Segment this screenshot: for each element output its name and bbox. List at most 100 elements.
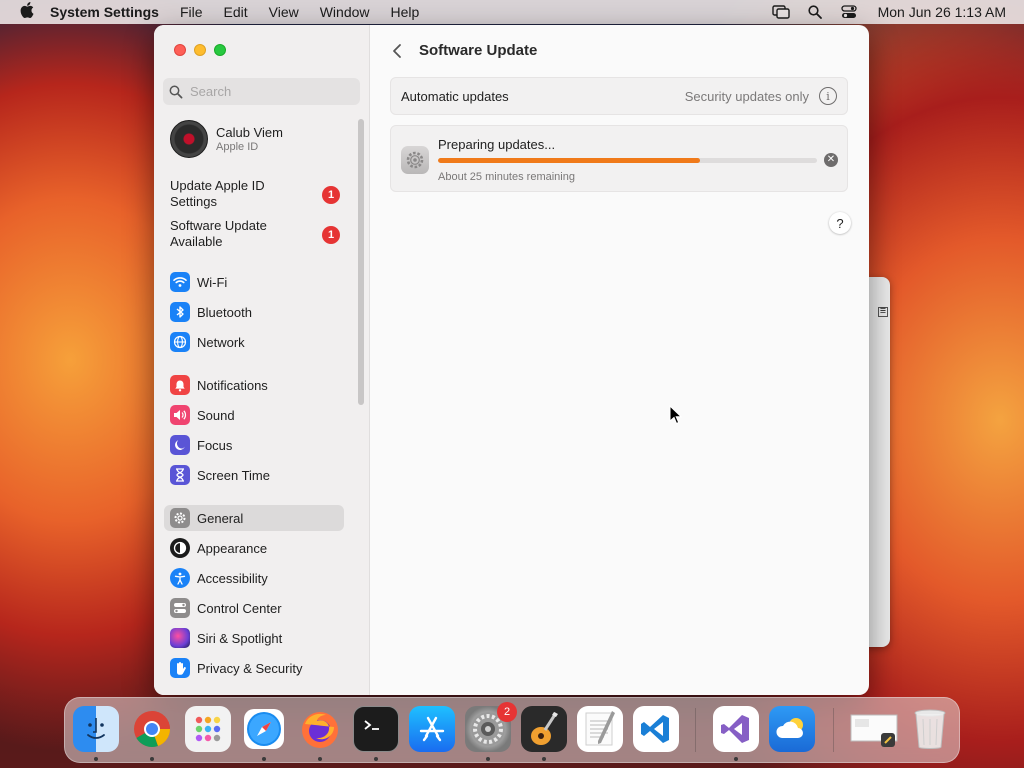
spotlight-search-icon[interactable] <box>806 5 824 19</box>
update-progress-bar <box>438 158 817 163</box>
menu-app-name[interactable]: System Settings <box>50 4 159 20</box>
sidebar-item-accessibility[interactable]: Accessibility <box>164 565 344 591</box>
sidebar-item-label: Accessibility <box>197 570 268 586</box>
dock-launchpad-icon[interactable] <box>185 706 231 752</box>
dock-finder-icon[interactable] <box>73 706 119 752</box>
software-update-notice[interactable]: Software Update Available 1 <box>170 218 340 252</box>
dock-app-store-icon[interactable] <box>409 706 455 752</box>
sidebar-item-notifications[interactable]: Notifications <box>164 372 344 398</box>
hourglass-icon <box>170 465 190 485</box>
account-name: Calub Viem <box>216 125 283 140</box>
dock-firefox-icon[interactable] <box>297 706 343 752</box>
update-time-remaining: About 25 minutes remaining <box>438 171 575 183</box>
sidebar-item-appearance[interactable]: Appearance <box>164 535 344 561</box>
dock-running-indicator <box>150 757 154 761</box>
minimize-window-button[interactable] <box>194 44 206 56</box>
dock-trash-icon[interactable] <box>907 706 953 752</box>
sidebar-scrollbar[interactable] <box>358 119 364 405</box>
software-update-pane: Software Update Automatic updates Securi… <box>370 25 869 695</box>
dock-running-indicator <box>318 757 322 761</box>
search-field[interactable] <box>163 78 360 105</box>
update-status-title: Preparing updates... <box>438 137 556 152</box>
sidebar-item-label: Appearance <box>197 540 268 556</box>
dock-terminal-icon[interactable] <box>353 706 399 752</box>
control-center-menu-icon[interactable] <box>840 5 858 19</box>
dock-textedit-icon[interactable] <box>577 706 623 752</box>
dock-running-indicator <box>542 757 546 761</box>
sidebar-item-network[interactable]: Network <box>164 329 344 355</box>
dock-downloads-stack-icon[interactable] <box>849 706 901 752</box>
dock-visual-studio-icon[interactable] <box>713 706 759 752</box>
sidebar-item-bluetooth[interactable]: Bluetooth <box>164 299 344 325</box>
sidebar-item-control-center[interactable]: Control Center <box>164 595 344 621</box>
control-center-icon <box>170 598 190 618</box>
update-progress-panel: Preparing updates... About 25 minutes re… <box>390 125 848 192</box>
sidebar-item-sound[interactable]: Sound <box>164 402 344 428</box>
menu-edit[interactable]: Edit <box>224 4 248 20</box>
sidebar-item-screen-time[interactable]: Screen Time <box>164 462 344 488</box>
dock-running-indicator <box>734 757 738 761</box>
menu-window[interactable]: Window <box>320 4 370 20</box>
search-input[interactable] <box>190 84 350 99</box>
update-apple-id-notice[interactable]: Update Apple ID Settings 1 <box>170 178 340 212</box>
dock-separator <box>833 708 834 752</box>
sidebar-item-focus[interactable]: Focus <box>164 432 344 458</box>
menu-view[interactable]: View <box>269 4 299 20</box>
info-icon[interactable]: i <box>819 87 837 105</box>
sidebar-item-privacy-security[interactable]: Privacy & Security <box>164 655 344 681</box>
sidebar-item-label: Bluetooth <box>197 304 252 320</box>
sidebar-item-label: Wi-Fi <box>197 274 228 290</box>
siri-icon <box>170 628 190 648</box>
sidebar-item-siri-spotlight[interactable]: Siri & Spotlight <box>164 625 344 651</box>
system-settings-window: Calub Viem Apple ID Update Apple ID Sett… <box>154 25 869 695</box>
accessibility-icon <box>170 568 190 588</box>
dock-weather-icon[interactable] <box>769 706 815 752</box>
dock-separator <box>695 708 696 752</box>
sidebar-item-label: Notifications <box>197 377 268 393</box>
apple-menu-icon[interactable] <box>18 1 36 23</box>
sidebar-item-label: Siri & Spotlight <box>197 630 283 646</box>
dock-running-indicator <box>486 757 490 761</box>
back-chevron-icon[interactable] <box>390 42 404 60</box>
gear-icon <box>170 508 190 528</box>
cancel-update-button[interactable]: ✕ <box>824 153 838 167</box>
sidebar-item-general[interactable]: General <box>164 505 344 531</box>
sidebar-item-label: Screen Time <box>197 467 270 483</box>
dock-vscode-icon[interactable] <box>633 706 679 752</box>
sidebar-item-wifi[interactable]: Wi-Fi <box>164 269 344 295</box>
dock-running-indicator <box>374 757 378 761</box>
notice-label: Software Update Available <box>170 218 267 249</box>
notice-label: Update Apple ID Settings <box>170 178 265 209</box>
sidebar-item-label: Control Center <box>197 600 282 616</box>
sidebar-item-label: Network <box>197 334 245 350</box>
menu-clock[interactable]: Mon Jun 26 1:13 AM <box>878 4 1006 20</box>
automatic-updates-row: Automatic updates Security updates only … <box>390 77 848 115</box>
search-icon <box>169 85 183 98</box>
avatar <box>170 120 208 158</box>
software-update-gear-icon <box>401 146 429 174</box>
dock-safari-icon[interactable] <box>241 706 287 752</box>
wifi-icon <box>170 272 190 292</box>
screen-mirroring-icon[interactable] <box>771 5 790 19</box>
automatic-updates-value: Security updates only <box>684 88 809 104</box>
bell-icon <box>170 375 190 395</box>
help-button[interactable]: ? <box>829 212 851 234</box>
menu-help[interactable]: Help <box>391 4 420 20</box>
page-title: Software Update <box>419 42 538 59</box>
bluetooth-icon <box>170 302 190 322</box>
hand-icon <box>170 658 190 678</box>
apple-id-account[interactable]: Calub Viem Apple ID <box>170 120 283 158</box>
dock-garageband-icon[interactable] <box>521 706 567 752</box>
sidebar-toggle-icon[interactable]: ☰ <box>878 307 888 317</box>
close-window-button[interactable] <box>174 44 186 56</box>
window-controls <box>174 44 226 56</box>
moon-icon <box>170 435 190 455</box>
sidebar-item-label: Sound <box>197 407 235 423</box>
dock-running-indicator <box>94 757 98 761</box>
dock: 2 <box>64 697 960 763</box>
dock-notification-badge: 2 <box>497 702 517 722</box>
zoom-window-button[interactable] <box>214 44 226 56</box>
speaker-icon <box>170 405 190 425</box>
menu-file[interactable]: File <box>180 4 203 20</box>
dock-chrome-icon[interactable] <box>129 706 175 752</box>
